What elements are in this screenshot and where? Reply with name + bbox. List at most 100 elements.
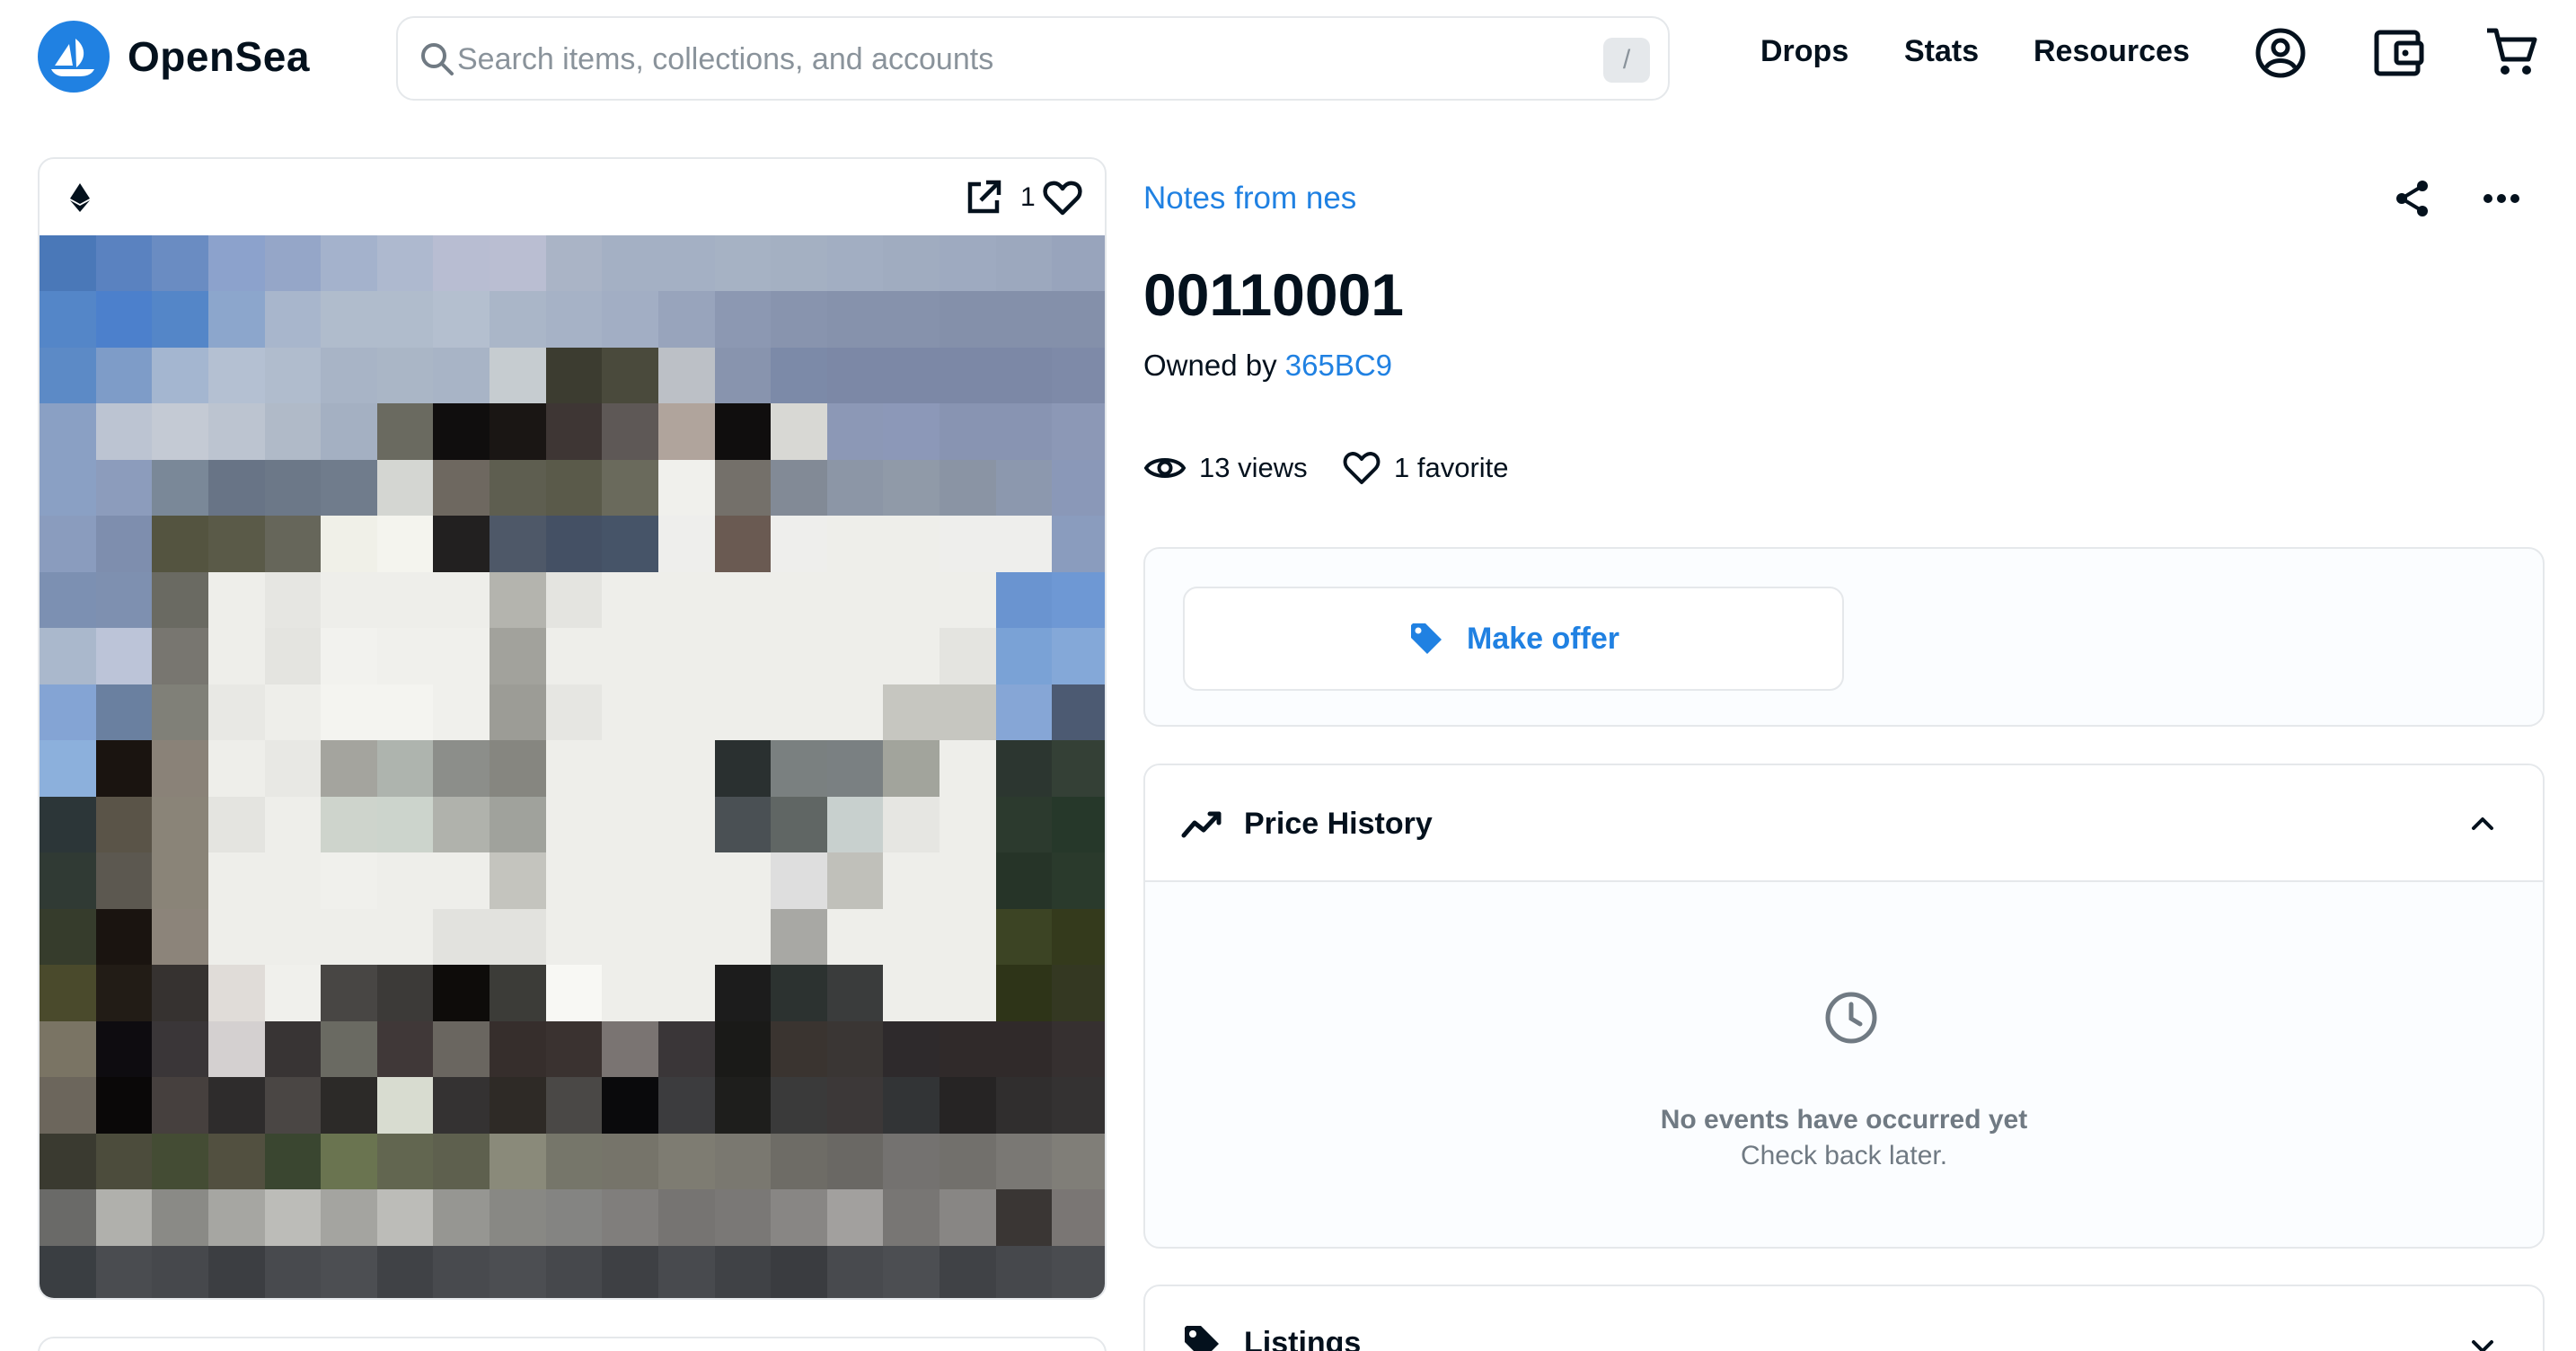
listings-panel-header[interactable]: Listings <box>1143 1285 2545 1351</box>
nav-resources-link[interactable]: Resources <box>2033 34 2190 69</box>
pixel <box>714 852 772 909</box>
pixel <box>264 1245 322 1298</box>
nft-pixel-image[interactable] <box>40 235 1105 1298</box>
pixel <box>771 796 827 853</box>
favorite-heart-icon[interactable] <box>1042 177 1083 218</box>
favorites-stat: 1 favorite <box>1342 447 1509 489</box>
ethereum-icon <box>70 183 90 212</box>
pixel <box>940 628 996 684</box>
pixel <box>207 235 265 292</box>
pixel <box>376 1133 434 1190</box>
pixel <box>602 291 658 348</box>
pixel <box>376 908 434 966</box>
opensea-logo-link[interactable]: OpenSea <box>38 20 310 93</box>
pixel <box>826 684 884 741</box>
item-media-card: 1 <box>38 157 1107 1300</box>
nav-drops-link[interactable]: Drops <box>1760 34 1848 69</box>
pixel <box>545 908 603 966</box>
pixel <box>995 740 1053 797</box>
pixel <box>207 1133 265 1190</box>
pixel <box>207 516 265 572</box>
pixel <box>321 403 377 460</box>
pixel <box>602 1245 658 1298</box>
owner-line: Owned by 365BC9 <box>1143 349 1392 383</box>
pixel <box>883 684 940 741</box>
pixel <box>657 403 715 460</box>
pixel <box>940 1245 996 1298</box>
owner-link[interactable]: 365BC9 <box>1285 349 1392 382</box>
pixel <box>207 965 265 1021</box>
pixel <box>433 965 490 1021</box>
pixel <box>826 459 884 517</box>
nav-stats-link[interactable]: Stats <box>1904 34 1979 69</box>
account-circle-icon[interactable] <box>2253 25 2308 81</box>
pixel <box>1052 403 1105 460</box>
pixel <box>152 1020 208 1078</box>
pixel <box>95 796 153 853</box>
pixel <box>771 1077 827 1134</box>
pixel <box>826 291 884 348</box>
pixel <box>264 908 322 966</box>
pixel <box>545 347 603 404</box>
pixel <box>433 852 490 909</box>
open-external-icon[interactable] <box>965 179 1002 216</box>
pixel <box>95 291 153 348</box>
pixel <box>264 516 322 572</box>
search-input[interactable] <box>457 36 1535 83</box>
empty-state-title: No events have occurred yet <box>1660 1105 2028 1135</box>
pixel <box>657 965 715 1021</box>
pixel <box>826 235 884 292</box>
pixel <box>714 628 772 684</box>
price-history-header[interactable]: Price History <box>1145 765 2543 882</box>
chevron-up-icon[interactable] <box>2467 808 2498 839</box>
pixel <box>152 1245 208 1298</box>
pixel <box>1052 516 1105 572</box>
pixel <box>321 516 377 572</box>
pixel <box>545 965 603 1021</box>
chevron-down-icon[interactable] <box>2467 1331 2498 1351</box>
collection-link[interactable]: Notes from nes <box>1143 181 1356 216</box>
favorite-count: 1 <box>1020 182 1036 212</box>
pixel <box>657 1189 715 1246</box>
pixel <box>1052 1077 1105 1134</box>
pixel <box>657 571 715 629</box>
more-options-icon[interactable] <box>2479 178 2524 219</box>
pixel <box>995 459 1053 517</box>
listings-title: Listings <box>1244 1326 1362 1351</box>
pixel <box>152 516 208 572</box>
pixel <box>883 1189 940 1246</box>
share-icon[interactable] <box>2392 178 2433 219</box>
pixel <box>940 684 996 741</box>
make-offer-button[interactable]: Make offer <box>1183 587 1844 691</box>
pixel <box>883 1077 940 1134</box>
wallet-icon[interactable] <box>2371 25 2427 81</box>
pixel <box>95 347 153 404</box>
pixel <box>207 684 265 741</box>
pixel <box>995 1133 1053 1190</box>
pixel <box>883 740 940 797</box>
pixel <box>771 1189 827 1246</box>
pixel <box>152 908 208 966</box>
pixel <box>95 459 153 517</box>
search-bar[interactable]: / <box>396 16 1670 101</box>
pixel <box>264 571 322 629</box>
pixel <box>490 965 546 1021</box>
pixel <box>1052 1020 1105 1078</box>
pixel <box>40 347 96 404</box>
pixel <box>995 1077 1053 1134</box>
pixel <box>321 1133 377 1190</box>
pixel <box>883 908 940 966</box>
pixel <box>40 628 96 684</box>
pixel <box>602 740 658 797</box>
pixel <box>433 740 490 797</box>
pixel <box>657 852 715 909</box>
pixel <box>207 628 265 684</box>
pixel <box>376 852 434 909</box>
cart-icon[interactable] <box>2484 25 2540 81</box>
pixel <box>883 965 940 1021</box>
pixel <box>321 459 377 517</box>
pixel <box>376 628 434 684</box>
pixel <box>433 1133 490 1190</box>
pixel <box>545 1133 603 1190</box>
pixel <box>771 571 827 629</box>
